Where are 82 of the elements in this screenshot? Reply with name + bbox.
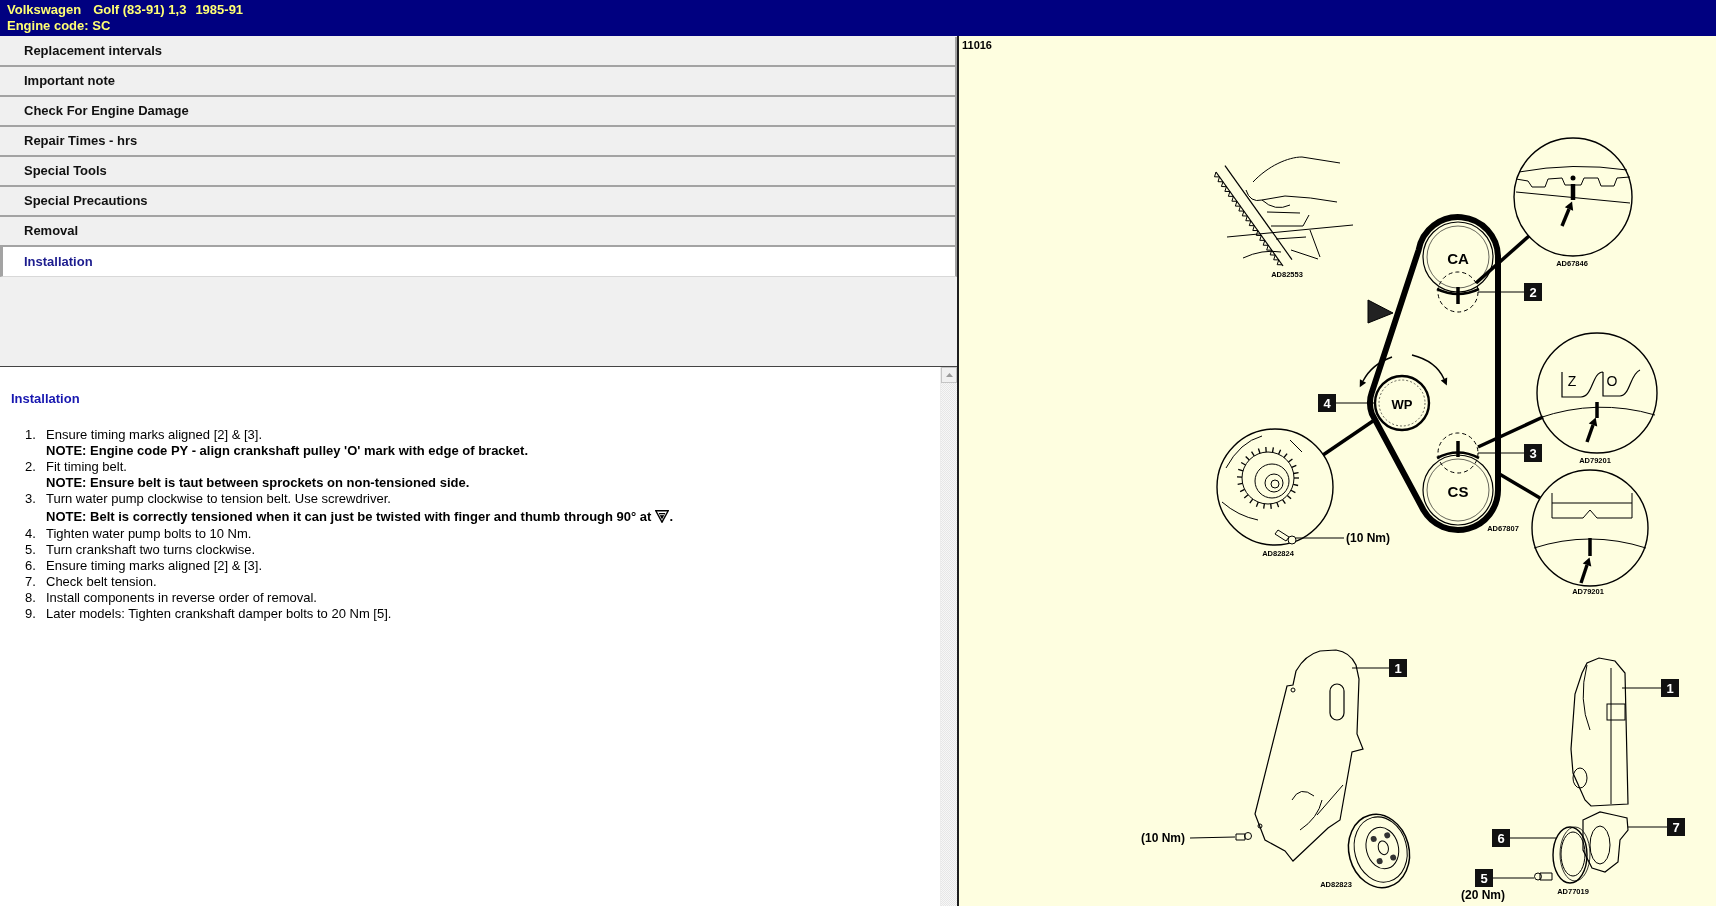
step-number: 4. [25,526,37,542]
note-text: NOTE: Belt is correctly tensioned when it can just be twisted with finger and thumb through 90° at [46,508,652,525]
leader-line [1189,836,1236,839]
scroll-up-button[interactable] [941,367,957,383]
pulley-ring-drawing [1552,826,1591,884]
step-number: 3. [25,491,37,508]
leader-line [1492,877,1535,879]
topic-tab[interactable]: Repair Times - hrs [0,127,957,157]
step-number: 2. [25,459,37,476]
leader-line [1295,537,1345,539]
callout-number: 4 [1318,394,1336,412]
step-text: Check belt tension. [46,574,157,590]
torque-label: (10 Nm) [1141,831,1185,845]
leader-line [1477,291,1525,293]
scrollbar[interactable] [940,367,957,906]
connector-line [1474,234,1531,285]
vehicle-make: Volkswagen [7,2,82,18]
leader-line [1621,687,1662,689]
callout-number: 2 [1524,283,1542,301]
connector-line [1477,415,1544,449]
scale-letter: Z [1567,373,1577,389]
timing-mark [1436,271,1480,313]
callout-number: 3 [1524,444,1542,462]
figure-number: 11016 [962,39,992,52]
step-number: 8. [25,590,37,606]
connector-line [1322,419,1374,457]
note-text: NOTE: Ensure belt is taut between sprockets on non-tensioned side. [46,475,470,491]
leader-line [1335,402,1376,404]
step-number: 1. [25,427,37,444]
engine-code: Engine code: SC [7,18,111,34]
sprocket [1422,221,1494,293]
section-heading: Installation [11,391,80,407]
step-text: Turn water pump clockwise to tension belt. Use screwdriver. [46,491,391,507]
pulley-label: CS [1447,482,1469,500]
torque-label: (10 Nm) [1346,531,1390,545]
model-years: 1985-91 [195,2,244,18]
step-text: Tighten water pump bolts to 10 Nm. [46,526,252,542]
topic-tab[interactable]: Replacement intervals [0,37,957,67]
leader-line [1477,452,1525,454]
caret-up-icon [945,373,953,377]
bolt [1534,872,1553,881]
step-text: Turn crankshaft two turns clockwise. [46,542,256,558]
leader-line [1351,667,1390,669]
topic-tab[interactable]: Installation [0,247,957,277]
triangle-marker-icon [1367,299,1394,324]
timing-mark [1436,432,1480,474]
torque-label: (20 Nm) [1461,888,1505,902]
bolt [1235,832,1252,841]
callout-number: 1 [1389,659,1407,677]
seal-housing-drawing [1582,811,1629,873]
leader-line [1509,837,1557,839]
callout-number: 1 [1661,679,1679,697]
pulley-label: CA [1447,249,1469,267]
leader-line [1627,826,1668,828]
step-number: 6. [25,558,37,574]
callout-number: 7 [1667,818,1685,836]
topic-tab[interactable]: Removal [0,217,957,247]
note-text: . [669,508,674,525]
rotation-arrow [1411,354,1448,386]
note-text: NOTE: Engine code PY - align crankshaft pulley 'O' mark with edge of bracket. [46,443,528,459]
topic-tab[interactable]: Special Precautions [0,187,957,217]
step-text: Fit timing belt. [46,459,127,475]
vehicle-model: Golf (83-91) 1,3 [93,2,187,18]
callout-number: 6 [1492,829,1510,847]
topic-tab[interactable]: Check For Engine Damage [0,97,957,127]
step-text: Ensure timing marks aligned [2] & [3]. [46,558,263,574]
sprocket [1422,454,1494,526]
step-number: 9. [25,606,37,622]
scale-letter: O [1606,373,1618,389]
topic-tab[interactable]: Special Tools [0,157,957,187]
step-number: 5. [25,542,37,558]
pulley-label: WP [1391,396,1413,412]
water-pump-pulley [1373,374,1431,432]
step-number: 7. [25,574,37,590]
topic-tab[interactable]: Important note [0,67,957,97]
rotation-arrow [1359,356,1393,388]
callout-number: 5 [1475,869,1493,887]
step-text: Later models: Tighten crankshaft damper bolts to 20 Nm [5]. [46,606,392,622]
step-text: Ensure timing marks aligned [2] & [3]. [46,427,263,443]
triangle-mark-icon [655,510,670,523]
bolt [1274,529,1297,545]
step-text: Install components in reverse order of removal. [46,590,317,606]
